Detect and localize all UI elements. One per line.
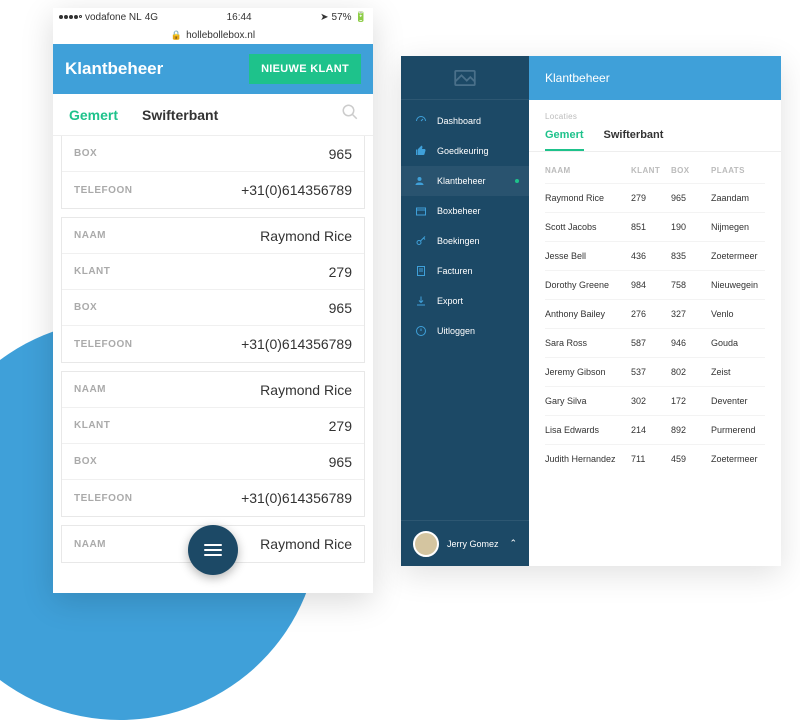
carrier: vodafone NL xyxy=(85,12,142,23)
mobile-view: vodafone NL 4G 16:44 ➤ 57% 🔋 🔒 holleboll… xyxy=(53,8,373,593)
clients-table: NAAM KLANT BOX PLAATS Raymond Rice279965… xyxy=(529,152,781,487)
lock-icon: 🔒 xyxy=(171,30,182,41)
desktop-tabs: Gemert Swifterbant xyxy=(529,121,781,152)
users-icon xyxy=(415,175,427,187)
new-client-button[interactable]: NIEUWE KLANT xyxy=(249,54,361,84)
user-name: Jerry Gomez xyxy=(447,539,499,549)
url: hollebollebox.nl xyxy=(186,30,255,41)
sidebar-item-dashboard[interactable]: Dashboard xyxy=(401,106,529,136)
avatar xyxy=(413,531,439,557)
sidebar-item-invoices[interactable]: Facturen xyxy=(401,256,529,286)
key-icon xyxy=(415,235,427,247)
table-row[interactable]: Jeremy Gibson537802Zeist xyxy=(545,357,765,386)
mobile-tabs: Gemert Swifterbant xyxy=(53,94,373,136)
menu-fab[interactable] xyxy=(188,525,238,575)
logo[interactable] xyxy=(401,56,529,100)
section-label: Locaties xyxy=(529,100,781,121)
sidebar-item-approval[interactable]: Goedkeuring xyxy=(401,136,529,166)
client-card[interactable]: BOX965 TELEFOON+31(0)614356789 xyxy=(61,136,365,209)
signal-icon xyxy=(59,15,82,19)
dashboard-icon xyxy=(415,115,427,127)
export-icon xyxy=(415,295,427,307)
table-row[interactable]: Dorothy Greene984758Nieuwegein xyxy=(545,270,765,299)
sidebar-nav: Dashboard Goedkeuring Klantbeheer Boxbeh… xyxy=(401,100,529,520)
tab-swifterbant[interactable]: Swifterbant xyxy=(604,129,664,151)
desktop-main: Klantbeheer Locaties Gemert Swifterbant … xyxy=(529,56,781,566)
tab-swifterbant[interactable]: Swifterbant xyxy=(142,107,218,123)
user-menu[interactable]: Jerry Gomez ⌃ xyxy=(401,520,529,566)
battery-icon: 🔋 xyxy=(355,12,367,23)
chevron-up-icon: ⌃ xyxy=(509,538,517,549)
menu-icon xyxy=(204,544,222,556)
battery: 57% xyxy=(332,12,352,23)
box-icon xyxy=(415,205,427,217)
location-icon: ➤ xyxy=(320,12,328,23)
desktop-view: Dashboard Goedkeuring Klantbeheer Boxbeh… xyxy=(401,56,781,566)
page-title: Klantbeheer xyxy=(65,59,163,79)
tab-gemert[interactable]: Gemert xyxy=(545,129,584,151)
sidebar-item-clients[interactable]: Klantbeheer xyxy=(401,166,529,196)
network: 4G xyxy=(145,12,158,23)
desktop-header: Klantbeheer xyxy=(529,56,781,100)
invoice-icon xyxy=(415,265,427,277)
table-row[interactable]: Anthony Bailey276327Venlo xyxy=(545,299,765,328)
thumbs-up-icon xyxy=(415,145,427,157)
sidebar-item-export[interactable]: Export xyxy=(401,286,529,316)
logout-icon xyxy=(415,325,427,337)
table-row[interactable]: Jesse Bell436835Zoetermeer xyxy=(545,241,765,270)
client-card[interactable]: NAAMRaymond Rice KLANT279 BOX965 TELEFOO… xyxy=(61,217,365,363)
table-header: NAAM KLANT BOX PLAATS xyxy=(545,166,765,183)
sidebar-item-logout[interactable]: Uitloggen xyxy=(401,316,529,346)
address-bar[interactable]: 🔒 hollebollebox.nl xyxy=(53,26,373,44)
mobile-header: Klantbeheer NIEUWE KLANT xyxy=(53,44,373,94)
table-row[interactable]: Lisa Edwards214892Purmerend xyxy=(545,415,765,444)
status-bar: vodafone NL 4G 16:44 ➤ 57% 🔋 xyxy=(53,8,373,26)
table-row[interactable]: Scott Jacobs851190Nijmegen xyxy=(545,212,765,241)
page-title: Klantbeheer xyxy=(545,71,610,85)
search-icon[interactable] xyxy=(341,103,359,126)
sidebar: Dashboard Goedkeuring Klantbeheer Boxbeh… xyxy=(401,56,529,566)
tab-gemert[interactable]: Gemert xyxy=(69,107,118,123)
table-row[interactable]: Sara Ross587946Gouda xyxy=(545,328,765,357)
table-row[interactable]: Gary Silva302172Deventer xyxy=(545,386,765,415)
sidebar-item-bookings[interactable]: Boekingen xyxy=(401,226,529,256)
sidebar-item-boxes[interactable]: Boxbeheer xyxy=(401,196,529,226)
table-row[interactable]: Judith Hernandez711459Zoetermeer xyxy=(545,444,765,473)
table-row[interactable]: Raymond Rice279965Zaandam xyxy=(545,183,765,212)
time: 16:44 xyxy=(227,12,252,23)
client-card[interactable]: NAAMRaymond Rice KLANT279 BOX965 TELEFOO… xyxy=(61,371,365,517)
